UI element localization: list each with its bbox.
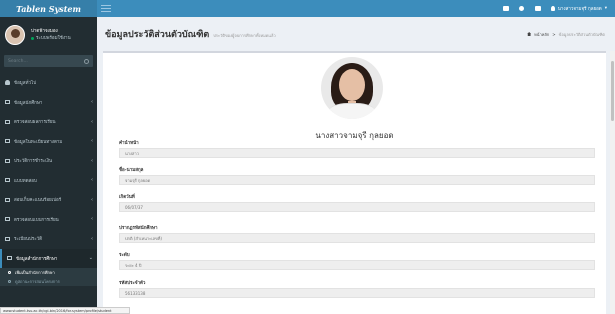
browser-status-url: www.student.tsu.ac.th/cgi-bin/2016/for.s… [0,307,130,314]
window-icon [5,197,10,202]
field-prefix: คำนำหน้า นางสาว [119,139,595,158]
field-value: นางสาว [119,148,595,158]
circle-icon [8,280,11,283]
sidebar-item-label: ข้อมูลทั่วไป [14,81,37,87]
scrollbar-thumb[interactable] [611,61,614,121]
navbar-right: นางสาวจามจุรี กุลยอด ▾ [502,5,615,12]
window-icon [5,158,10,163]
sidebar-item-study-check[interactable]: ตรวจสอบแบบการเรียน ‹ [0,210,97,230]
field-student-type: ปรากฏรหัสนักศึกษา ปกติ (สำเหนาะเลขที่) [119,224,595,243]
sidebar-item-label: สอบเก็บคะแนนร้อยเปอร์ [14,198,62,204]
user-icon [550,6,555,11]
user-info: บ่าดฟ้าจงมอง ระบบพร้อมใช้งาน [31,28,71,42]
user-avatar [5,25,25,45]
window-icon [5,100,10,105]
user-icon [5,80,10,86]
notifications-icon[interactable] [518,5,526,12]
chevron-left-icon: ‹ [91,157,93,164]
sidebar-item-label: ตรวจสอบผลการเรียน [14,120,56,126]
field-label: เกิดวันที่ [119,195,135,200]
submenu-item-add[interactable]: เพิ่มเป็นสำนักการศึกษา [0,268,97,277]
field-value: ระยะ 4 ปี [119,260,595,270]
breadcrumb-home[interactable]: หน้าหลัก [534,31,549,38]
app-logo[interactable]: Tablen System [0,0,97,17]
sidebar-item-history[interactable]: ระเบียนประวัติ ‹ [0,229,97,249]
field-fullname: ชื่อ-นามสกุล จามจุรี กุลยอด [119,166,595,185]
sidebar-toggle-icon[interactable] [101,5,111,12]
page-scrollbar[interactable] [610,51,615,314]
user-menu[interactable]: นางสาวจามจุรี กุลยอด ▾ [550,5,607,12]
sidebar-item-graduate[interactable]: ข้อมูลสำนักการศึกษา ⌄ [0,248,97,268]
sidebar-item-label: ตรวจสอบแบบการเรียน [14,217,59,223]
submenu-item-status[interactable]: ดูสถานะการสอนโครงการ [0,277,97,286]
home-icon[interactable] [527,32,532,36]
sidebar-item-label: แบบทดสอบ [14,178,37,184]
chevron-down-icon: ⌄ [88,255,93,262]
submenu-item-label: เพิ่มเป็นสำนักการศึกษา [15,270,55,275]
sidebar-item-student-info[interactable]: ข้อมูลนักศึกษา ‹ [0,93,97,113]
field-label: คำนำหน้า [119,141,139,146]
user-status: ระบบพร้อมใช้งาน [31,35,71,42]
window-icon [5,217,10,222]
field-birthdate: เกิดวันที่ 06/07/37 [119,193,595,212]
chevron-left-icon: ‹ [91,118,93,125]
sidebar-item-label: ข้อมูลสำนักการศึกษา [16,256,58,262]
sidebar-search[interactable]: Search... [4,55,93,67]
window-icon [7,256,12,261]
chevron-left-icon: ‹ [91,216,93,223]
content-header: ข้อมูลประวัติส่วนตัวบัณฑิต ประวัติของผู้… [97,17,615,51]
window-icon [5,178,10,183]
search-input[interactable]: Search... [8,59,28,64]
field-label: ระดับ [119,253,130,258]
window-icon [5,139,10,144]
chevron-left-icon: ‹ [91,196,93,203]
breadcrumb-current: ข้อมูลประวัติส่วนตัวบัณฑิต [558,31,605,37]
field-value: ปกติ (สำเหนาะเลขที่) [119,233,595,243]
sidebar-item-label: ประวัติการชำระเงิน [14,159,53,165]
field-value: จามจุรี กุลยอด [119,175,595,185]
user-status-text: ระบบพร้อมใช้งาน [36,36,71,41]
chevron-left-icon: ‹ [91,138,93,145]
field-label: รหัสประจำตัว [119,281,146,286]
user-name: บ่าดฟ้าจงมอง [31,29,58,34]
chevron-left-icon: ‹ [91,99,93,106]
page-title: ข้อมูลประวัติส่วนตัวบัณฑิต [105,30,210,40]
sidebar-item-test[interactable]: แบบทดสอบ ‹ [0,171,97,191]
sidebar-item-label: ข้อมูลในทะเบียนทางตาม [14,139,63,145]
window-icon [5,119,10,124]
field-level: ระดับ ระยะ 4 ปี [119,251,595,270]
field-student-id: รหัสประจำตัว 56133138 [119,279,595,298]
caret-down-icon: ▾ [604,6,607,11]
sidebar-item-score[interactable]: สอบเก็บคะแนนร้อยเปอร์ ‹ [0,190,97,210]
sidebar-submenu: เพิ่มเป็นสำนักการศึกษา ดูสถานะการสอนโครง… [0,268,97,286]
profile-photo [321,57,383,119]
sidebar-item-general[interactable]: ข้อมูลทั่วไป [0,73,97,93]
page-subtitle: ประวัติของผู้จบการศึกษาทั้งหมดแล้ว [213,32,276,38]
field-label: ปรากฏรหัสนักศึกษา [119,226,158,231]
window-icon [5,236,10,241]
sidebar-item-registry[interactable]: ข้อมูลในทะเบียนทางตาม ‹ [0,132,97,152]
field-value: 56133138 [119,288,595,298]
circle-icon [8,271,11,274]
sidebar-item-payment[interactable]: ประวัติการชำระเงิน ‹ [0,151,97,171]
user-panel: บ่าดฟ้าจงมอง ระบบพร้อมใช้งาน [0,17,97,53]
sidebar-item-label: ข้อมูลนักศึกษา [14,100,43,106]
app-root: Tablen System บ่าดฟ้าจงมอง ระบบพร้อมใช้ง… [0,0,615,314]
field-label: ชื่อ-นามสกุล [119,168,144,173]
field-value: 06/07/37 [119,202,595,212]
user-menu-label: นางสาวจามจุรี กุลยอด [557,7,602,12]
submenu-item-label: ดูสถานะการสอนโครงการ [15,279,60,284]
messages-icon[interactable] [502,5,510,12]
breadcrumb: หน้าหลัก > ข้อมูลประวัติส่วนตัวบัณฑิต [527,31,605,38]
top-navbar: นางสาวจามจุรี กุลยอด ▾ [97,0,615,17]
chevron-left-icon: ‹ [91,235,93,242]
search-icon[interactable] [84,58,89,64]
sidebar-item-label: ระเบียนประวัติ [14,237,43,243]
tasks-icon[interactable] [534,5,542,12]
sidebar: Tablen System บ่าดฟ้าจงมอง ระบบพร้อมใช้ง… [0,0,97,314]
online-dot-icon [31,37,34,40]
sidebar-item-grades[interactable]: ตรวจสอบผลการเรียน ‹ [0,112,97,132]
profile-box: นางสาวจามจุรี กุลยอด คำนำหน้า นางสาว ชื่… [103,51,606,314]
chevron-left-icon: ‹ [91,177,93,184]
